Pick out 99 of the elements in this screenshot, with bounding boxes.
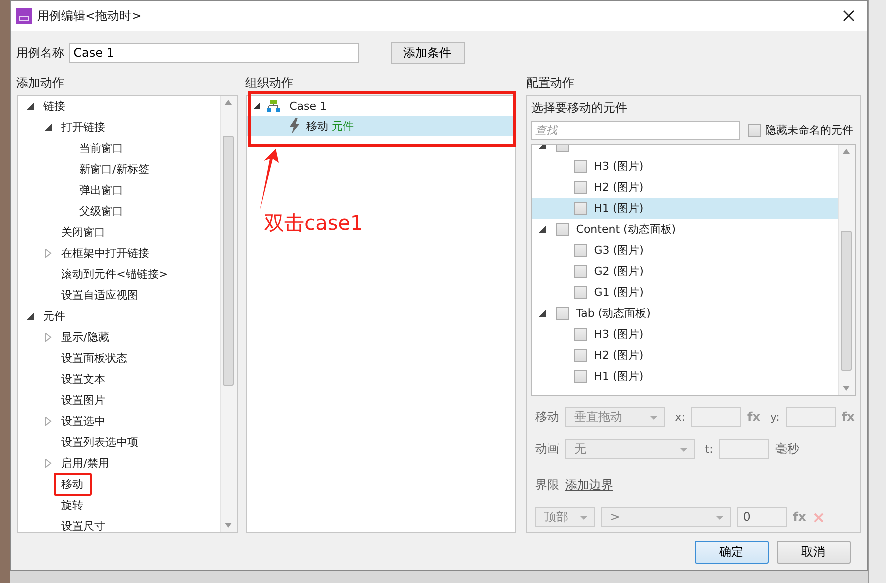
widget-row[interactable]: H2 (图片): [532, 177, 838, 198]
checkbox[interactable]: [574, 181, 588, 194]
section-heading: 配置动作: [526, 75, 576, 89]
widget-label: G2 (图片): [594, 264, 644, 279]
case-label[interactable]: Case 1: [290, 100, 327, 112]
scrollbar[interactable]: [838, 145, 855, 395]
checkbox[interactable]: [574, 286, 588, 299]
unit-label: 毫秒: [775, 440, 800, 458]
case-name-label: 用例名称: [16, 44, 65, 62]
action-tree-item[interactable]: 当前窗口: [76, 140, 127, 157]
widget-picker-title: 选择要移动的元件: [531, 100, 628, 117]
widget-label: Tab (动态面板): [576, 306, 651, 321]
animation-label: 动画: [535, 440, 560, 458]
expand-triangle-icon[interactable]: [44, 417, 53, 426]
y-label: y:: [770, 410, 780, 424]
move-label: 移动: [535, 408, 560, 426]
widget-label: H1 (图片): [594, 369, 644, 384]
action-tree-item[interactable]: 启用/禁用: [58, 455, 112, 472]
lightning-icon: [288, 118, 301, 134]
app-logo-icon: [16, 8, 32, 24]
checkbox[interactable]: [556, 307, 570, 320]
action-tree-item[interactable]: 父级窗口: [76, 203, 127, 220]
expand-triangle-icon[interactable]: [44, 333, 53, 342]
annotation-arrow: [258, 149, 281, 211]
section-heading: 组织动作: [246, 75, 295, 89]
scroll-up-icon[interactable]: [842, 149, 850, 154]
hierarchy-icon: [266, 100, 280, 112]
widget-row[interactable]: H3 (图片): [532, 324, 838, 345]
widget-row[interactable]: Content (动态面板): [532, 219, 838, 240]
action-tree-item[interactable]: 显示/隐藏: [58, 329, 112, 346]
checkbox[interactable]: [574, 160, 588, 173]
close-icon[interactable]: [842, 10, 855, 22]
widget-label: H3 (图片): [594, 159, 644, 174]
scroll-down-icon[interactable]: [842, 386, 850, 391]
expand-triangle-icon[interactable]: [44, 459, 53, 468]
checkbox[interactable]: [574, 265, 588, 278]
widget-label: G3 (图片): [594, 243, 644, 258]
annotation-note: 双击case1: [264, 210, 364, 237]
add-condition-button[interactable]: 添加条件: [390, 42, 465, 64]
x-label: x:: [675, 410, 686, 424]
section-heading: 添加动作: [16, 75, 66, 89]
ok-button[interactable]: 确定: [694, 541, 769, 564]
widget-label: H3 (图片): [594, 327, 644, 342]
widget-label: H2 (图片): [594, 180, 644, 195]
scrollbar[interactable]: [220, 96, 237, 532]
window-title: 用例编辑<拖动时>: [38, 8, 143, 24]
cancel-button[interactable]: 取消: [776, 541, 851, 564]
time-label: t:: [705, 442, 714, 456]
action-text: 移动 元件: [306, 118, 354, 134]
widget-row[interactable]: G3 (图片): [532, 240, 838, 261]
collapse-triangle-icon[interactable]: [252, 102, 261, 110]
case-name-field[interactable]: Case 1: [68, 43, 359, 63]
widget-row[interactable]: H2 (图片): [532, 345, 838, 366]
checkbox[interactable]: [748, 124, 762, 137]
action-tree-item[interactable]: 关闭窗口: [58, 224, 109, 241]
action-tree-item[interactable]: 设置自适应视图: [58, 287, 142, 304]
checkbox[interactable]: [556, 223, 570, 236]
action-tree-item[interactable]: 设置文本: [58, 371, 109, 388]
checkbox[interactable]: [574, 349, 588, 362]
collapse-triangle-icon[interactable]: [26, 102, 35, 111]
action-tree-item[interactable]: 移动: [54, 473, 92, 496]
action-tree-item[interactable]: 元件: [40, 308, 69, 325]
widget-row[interactable]: H1 (图片): [532, 366, 838, 387]
action-tree-item[interactable]: 设置选中: [58, 413, 109, 430]
widget-label: Content (动态面板): [576, 222, 676, 237]
action-tree-item[interactable]: 设置面板状态: [58, 350, 131, 367]
hide-unnamed-label: 隐藏未命名的元件: [765, 123, 854, 138]
widget-label: G1 (图片): [594, 285, 644, 300]
search-field[interactable]: 查找: [531, 121, 740, 140]
action-tree-item[interactable]: 设置列表选中项: [58, 434, 142, 451]
action-tree-item[interactable]: 弹出窗口: [76, 182, 127, 199]
checkbox[interactable]: [574, 244, 588, 257]
action-row[interactable]: 移动 元件: [246, 116, 516, 136]
collapse-triangle-icon[interactable]: [538, 309, 548, 318]
expand-triangle-icon[interactable]: [44, 249, 53, 258]
widget-row[interactable]: G2 (图片): [532, 261, 838, 282]
action-tree-item[interactable]: 旋转: [58, 497, 87, 514]
widget-label: H1 (图片): [594, 201, 644, 216]
action-tree-item[interactable]: 滚动到元件<锚链接>: [58, 266, 172, 283]
checkbox[interactable]: [574, 328, 588, 341]
collapse-triangle-icon[interactable]: [538, 225, 548, 234]
checkbox[interactable]: [574, 370, 588, 383]
action-tree-item[interactable]: 在框架中打开链接: [58, 245, 153, 262]
action-tree-item[interactable]: 设置图片: [58, 392, 109, 409]
collapse-triangle-icon[interactable]: [26, 312, 35, 321]
action-tree-item[interactable]: 设置尺寸: [58, 518, 109, 532]
widget-label: H2 (图片): [594, 348, 644, 363]
widget-row[interactable]: H1 (图片): [532, 198, 838, 219]
checkbox[interactable]: [574, 202, 588, 215]
scroll-down-icon[interactable]: [224, 523, 232, 528]
action-tree-item[interactable]: 链接: [40, 98, 69, 115]
bounds-label: 界限: [535, 476, 560, 494]
action-tree-item[interactable]: 新窗口/新标签: [76, 161, 152, 178]
scroll-up-icon[interactable]: [224, 100, 232, 105]
action-tree-item[interactable]: 打开链接: [58, 119, 109, 136]
widget-row[interactable]: H3 (图片): [532, 156, 838, 177]
widget-row[interactable]: Tab (动态面板): [532, 303, 838, 324]
collapse-triangle-icon[interactable]: [44, 123, 53, 132]
widget-row[interactable]: G1 (图片): [532, 282, 838, 303]
